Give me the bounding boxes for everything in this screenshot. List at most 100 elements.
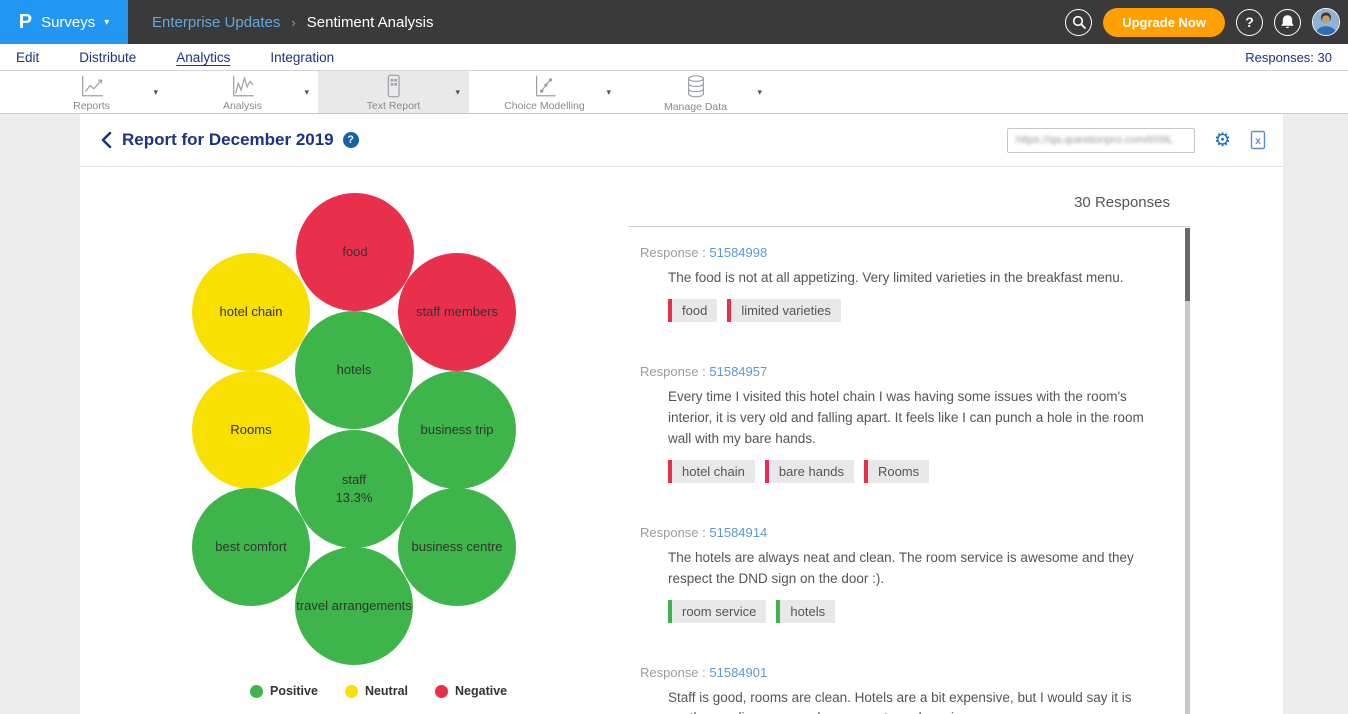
legend-label: Negative (455, 684, 507, 698)
response-id-link[interactable]: 51584914 (709, 525, 767, 540)
breadcrumb-survey-name[interactable]: Enterprise Updates (152, 14, 280, 31)
menu-item-integration[interactable]: Integration (270, 50, 334, 65)
tag-chip-food: food (668, 299, 717, 322)
bubble-travel-arrangements[interactable]: travel arrangements (295, 547, 413, 665)
toolbar-item-choice-modelling[interactable]: Choice Modelling ▾ (469, 71, 620, 113)
product-switcher[interactable]: P Surveys ▾ (0, 0, 128, 44)
response-label: Response : 51584998 (640, 245, 1160, 260)
response-item: Response : 51584998The food is not at al… (628, 227, 1190, 346)
response-item: Response : 51584914The hotels are always… (628, 507, 1190, 647)
bubble-staff[interactable]: staff13.3% (295, 430, 413, 548)
response-tags: hotel chainbare handsRooms (668, 460, 1160, 483)
bubble-food[interactable]: food (296, 193, 414, 311)
legend-item-negative: Negative (435, 684, 507, 698)
response-id-link[interactable]: 51584957 (709, 364, 767, 379)
responses-header: 30 Responses (628, 194, 1190, 211)
chevron-down-icon[interactable]: ▾ (455, 87, 460, 98)
product-name: Surveys (41, 14, 95, 31)
toolbar-item-reports[interactable]: Reports ▾ (16, 71, 167, 113)
tag-chip-hotels: hotels (776, 600, 835, 623)
response-text: Staff is good, rooms are clean. Hotels a… (668, 688, 1160, 714)
menu-item-distribute[interactable]: Distribute (79, 50, 136, 65)
breadcrumb-separator: › (291, 15, 295, 30)
toolbar-item-label: Analysis (223, 100, 262, 112)
responses-count-label: Responses: 30 (1245, 50, 1332, 65)
question-mark-icon: ? (347, 134, 354, 146)
response-id-link[interactable]: 51584901 (709, 665, 767, 680)
text-report-icon (380, 73, 407, 99)
bubble-hotel-chain[interactable]: hotel chain (192, 253, 310, 371)
page-background: Report for December 2019 ? https://qa.qu… (0, 114, 1348, 714)
bubble-label: food (342, 243, 367, 261)
report-header-actions: https://qa.questionpro.com/t/09L ⚙ x (1007, 128, 1267, 153)
menu-item-edit[interactable]: Edit (16, 50, 39, 65)
search-button[interactable] (1065, 9, 1092, 36)
page-title: Report for December 2019 (122, 130, 334, 150)
help-button[interactable]: ? (1236, 9, 1263, 36)
user-avatar[interactable] (1312, 8, 1340, 36)
chart-legend: Positive Neutral Negative (250, 684, 507, 698)
back-button[interactable] (100, 132, 112, 148)
legend-dot-negative (435, 685, 448, 698)
bubble-label: staff members (416, 303, 498, 321)
response-label: Response : 51584914 (640, 525, 1160, 540)
sentiment-bubble-chart: foodhotel chainstaff membershotelsRoomsb… (190, 190, 526, 668)
settings-button[interactable]: ⚙ (1214, 131, 1231, 150)
line-chart-icon (78, 73, 105, 99)
bubble-business-trip[interactable]: business trip (398, 371, 516, 489)
legend-label: Positive (270, 684, 318, 698)
export-excel-button[interactable]: x (1250, 130, 1267, 150)
tag-chip-rooms: Rooms (864, 460, 929, 483)
bubble-hotels[interactable]: hotels (295, 311, 413, 429)
bubble-rooms[interactable]: Rooms (192, 371, 310, 489)
tag-chip-room-service: room service (668, 600, 766, 623)
share-url-input[interactable]: https://qa.questionpro.com/t/09L (1007, 128, 1195, 153)
bubble-staff-members[interactable]: staff members (398, 253, 516, 371)
toolbar-item-text-report[interactable]: Text Report▾ (318, 71, 469, 113)
chevron-down-icon[interactable]: ▾ (304, 87, 309, 98)
bubble-label: best comfort (215, 538, 287, 556)
avatar-photo (1313, 9, 1339, 35)
bubble-label: hotel chain (220, 303, 283, 321)
gear-icon: ⚙ (1214, 130, 1231, 151)
scatter-chart-icon (531, 73, 558, 99)
breadcrumb: Enterprise Updates › Sentiment Analysis (152, 14, 433, 31)
toolbar-item-label: Choice Modelling (504, 100, 585, 112)
analytics-toolbar: Reports▾Analysis▾Text Report▾Choice Mode… (0, 71, 1348, 114)
legend-item-positive: Positive (250, 684, 318, 698)
questionpro-logo: P (19, 11, 32, 34)
bubble-business-centre[interactable]: business centre (398, 488, 516, 606)
toolbar-item-label: Manage Data (664, 101, 727, 113)
toolbar-item-content: Text Report (318, 71, 469, 113)
notifications-button[interactable] (1274, 9, 1301, 36)
upgrade-now-button[interactable]: Upgrade Now (1103, 8, 1225, 37)
toolbar-item-manage-data[interactable]: Manage Data ▾ (620, 71, 771, 113)
toolbar-item-analysis[interactable]: Analysis ▾ (167, 71, 318, 113)
help-icon: ? (1245, 14, 1254, 30)
breadcrumb-current-page: Sentiment Analysis (307, 14, 434, 31)
toolbar-item-content: Analysis (167, 71, 318, 113)
toolbar-item-content: Reports (16, 71, 167, 113)
response-tags: food limited varieties (668, 299, 1160, 322)
menu-item-analytics[interactable]: Analytics (176, 50, 230, 65)
bubble-best-comfort[interactable]: best comfort (192, 488, 310, 606)
response-id-link[interactable]: 51584998 (709, 245, 767, 260)
bubble-label: staff (342, 471, 366, 489)
chevron-down-icon[interactable]: ▾ (153, 87, 158, 98)
report-body: foodhotel chainstaff membershotelsRoomsb… (80, 167, 1283, 714)
svg-text:x: x (1255, 136, 1261, 147)
scrollbar-thumb[interactable] (1185, 228, 1190, 301)
bubble-percent: 13.3% (336, 489, 373, 507)
excel-export-icon: x (1250, 130, 1267, 150)
response-label: Response : 51584957 (640, 364, 1160, 379)
title-help-button[interactable]: ? (343, 132, 359, 148)
top-bar: P Surveys ▾ Enterprise Updates › Sentime… (0, 0, 1348, 44)
response-text: Every time I visited this hotel chain I … (668, 387, 1160, 450)
chevron-down-icon[interactable]: ▾ (606, 87, 611, 98)
response-item: Response : 51584901Staff is good, rooms … (628, 647, 1190, 714)
tag-chip-limited-varieties: limited varieties (727, 299, 841, 322)
toolbar-item-label: Reports (73, 100, 110, 112)
chevron-down-icon[interactable]: ▾ (757, 87, 762, 98)
legend-label: Neutral (365, 684, 408, 698)
share-url-value: https://qa.questionpro.com/t/09L (1016, 134, 1173, 146)
